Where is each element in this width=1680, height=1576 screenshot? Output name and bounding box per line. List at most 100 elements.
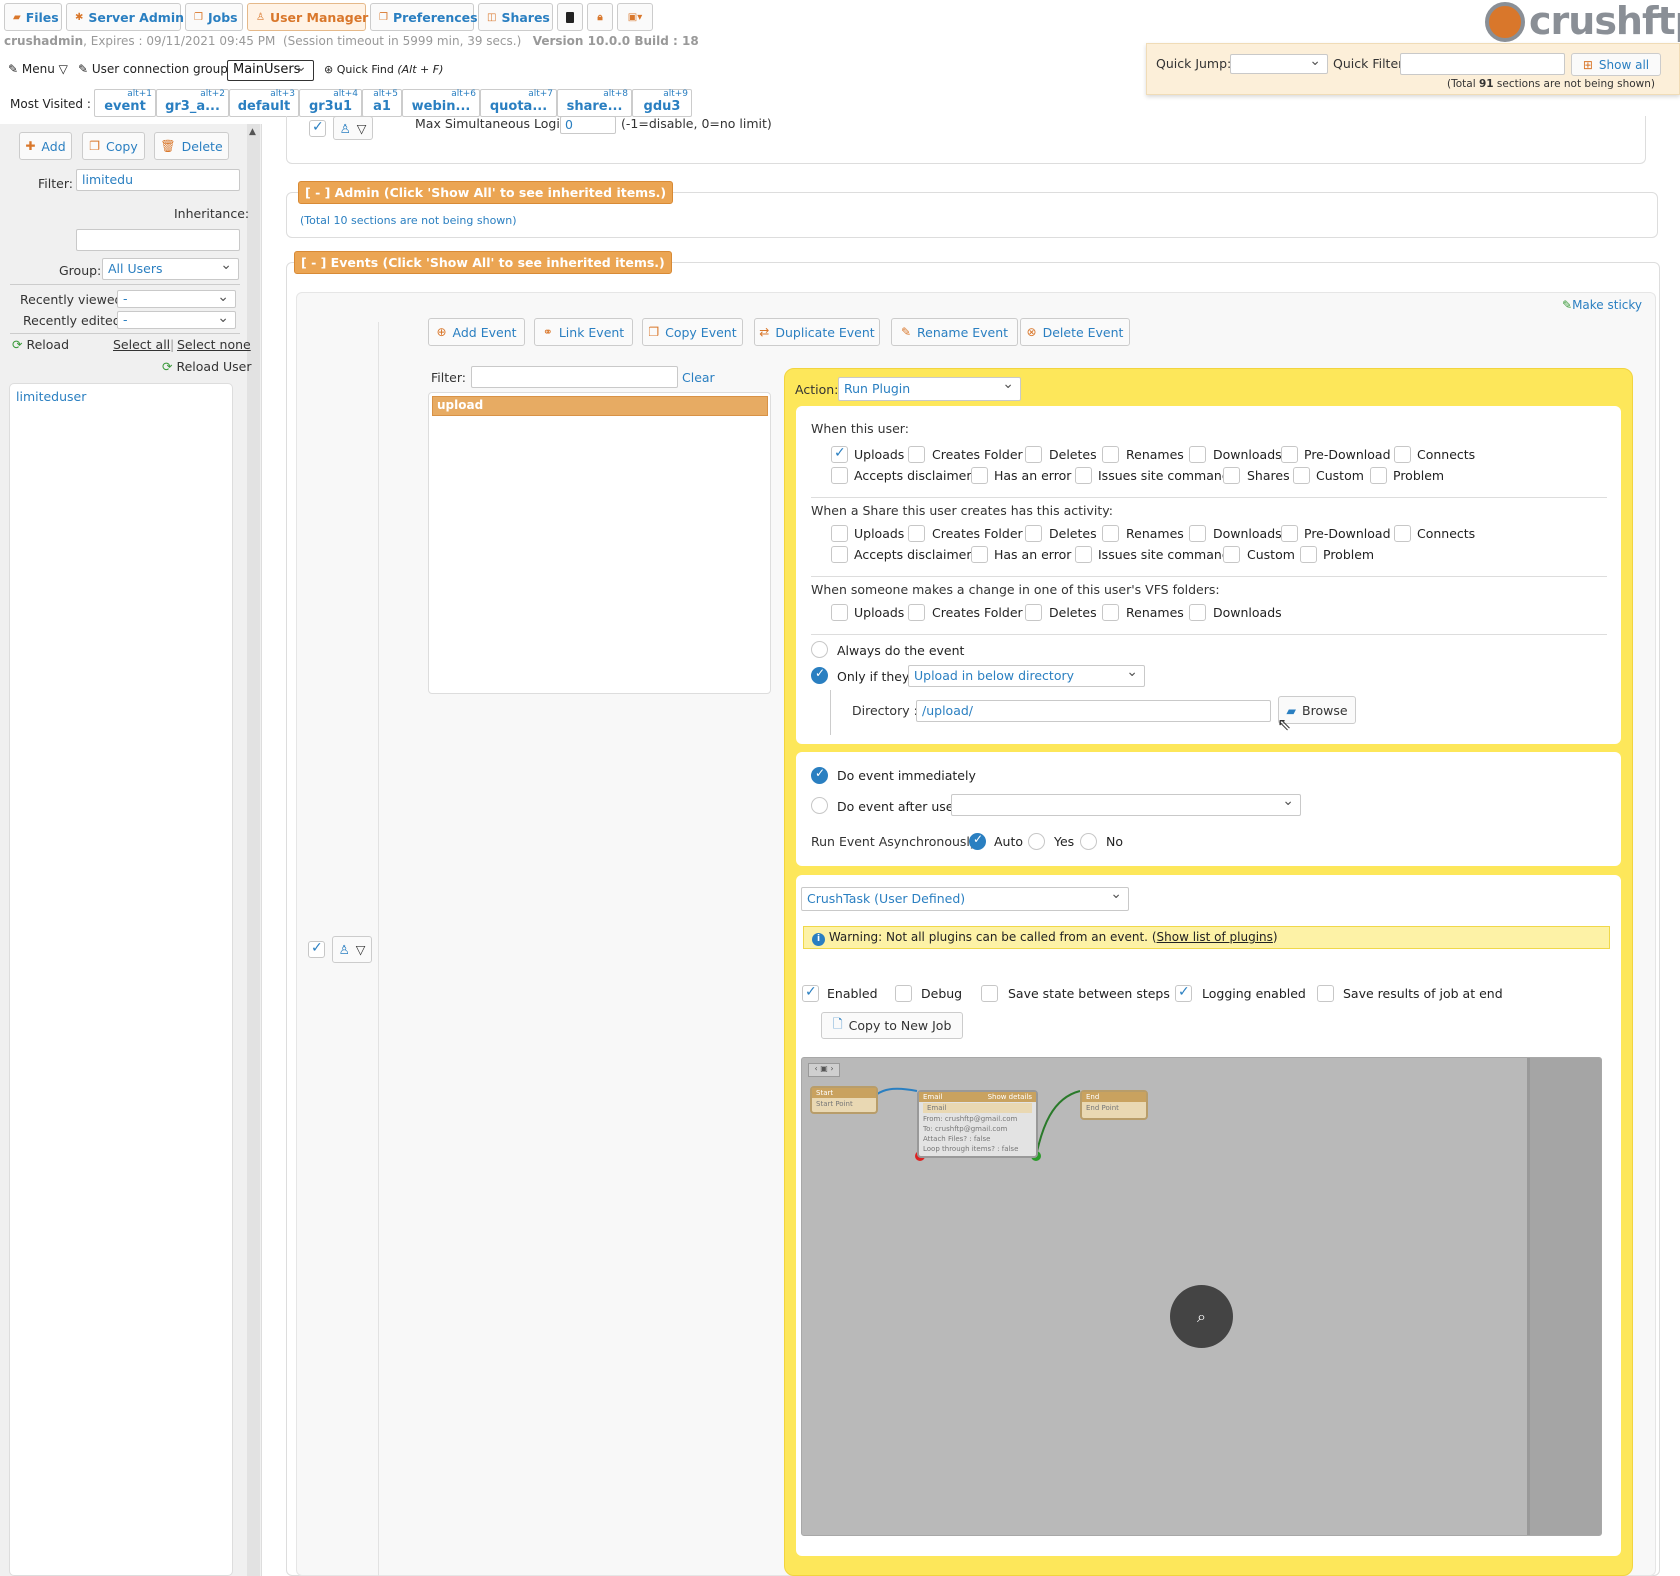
select-none-link[interactable]: Select none xyxy=(177,337,251,352)
duplicate-event-button[interactable]: ⇄ Duplicate Event xyxy=(754,318,880,346)
most-visited-item[interactable]: alt+4 gr3u1 xyxy=(299,89,362,117)
tab-user-manager[interactable]: ♙ User Manager xyxy=(247,3,368,31)
most-visited-item[interactable]: alt+6 webin... xyxy=(402,89,480,117)
admin-section-header[interactable]: [ - ] Admin (Click 'Show All' to see inh… xyxy=(298,181,674,204)
share-connects-checkbox[interactable] xyxy=(1394,525,1411,542)
tab-server-admin[interactable]: ✱ Server Admin xyxy=(66,3,184,31)
start-node[interactable]: Start Start Point xyxy=(810,1086,878,1114)
deletes-checkbox[interactable] xyxy=(1025,446,1042,463)
inherit-checkbox[interactable] xyxy=(308,940,325,958)
save-state-checkbox[interactable] xyxy=(981,985,998,1002)
list-item[interactable]: limiteduser xyxy=(16,389,86,404)
quick-filter-input[interactable] xyxy=(1400,53,1565,75)
copy-to-new-job-button[interactable]: 🗋︎ Copy to New Job xyxy=(821,1012,963,1039)
event-filter-input[interactable] xyxy=(471,366,678,388)
async-auto-radio[interactable] xyxy=(969,832,986,850)
most-visited-item[interactable]: alt+1 event xyxy=(94,89,156,117)
share-deletes-checkbox[interactable] xyxy=(1025,525,1042,542)
directory-input[interactable]: /upload/ xyxy=(916,700,1271,722)
most-visited-item[interactable]: alt+9 gdu3 xyxy=(632,89,692,117)
share-problem-checkbox[interactable] xyxy=(1300,546,1317,563)
end-node[interactable]: End End Point xyxy=(1080,1090,1148,1120)
lock-button[interactable]: 🔒︎ xyxy=(587,3,613,31)
email-node[interactable]: Email Show details Email From: crushftp@g… xyxy=(917,1090,1038,1158)
user-inherit-menu[interactable]: ♙ ▽ xyxy=(333,116,373,140)
share-has-error-checkbox[interactable] xyxy=(971,546,988,563)
share-custom-checkbox[interactable] xyxy=(1223,546,1240,563)
tab-shares[interactable]: ◫ Shares xyxy=(478,3,553,31)
most-visited-item[interactable]: alt+2 gr3_a... xyxy=(156,89,229,117)
inheritance-input[interactable] xyxy=(76,229,240,251)
enabled-checkbox[interactable] xyxy=(802,984,819,1002)
share-renames-checkbox[interactable] xyxy=(1102,525,1119,542)
action-select[interactable]: Run Plugin xyxy=(838,377,1021,401)
show-all-button[interactable]: ⊞ Show all xyxy=(1571,53,1661,76)
vfs-deletes-checkbox[interactable] xyxy=(1025,604,1042,621)
add-event-button[interactable]: ⊕ Add Event xyxy=(428,318,525,346)
share-creates-folder-checkbox[interactable] xyxy=(908,525,925,542)
delete-event-button[interactable]: ⊗ Delete Event xyxy=(1020,318,1130,346)
shares-checkbox[interactable] xyxy=(1223,467,1240,484)
tab-preferences[interactable]: ❐ Preferences xyxy=(370,3,478,31)
copy-user-button[interactable]: ❐ Copy xyxy=(82,132,145,160)
show-plugins-link[interactable]: Show list of plugins xyxy=(1157,930,1273,944)
only-if-radio[interactable] xyxy=(811,666,828,684)
vfs-renames-checkbox[interactable] xyxy=(1102,604,1119,621)
rename-event-button[interactable]: ✎ Rename Event xyxy=(891,318,1018,346)
inherit-checkbox[interactable] xyxy=(309,119,326,137)
tab-jobs[interactable]: ❐ Jobs xyxy=(185,3,243,31)
pre-download-checkbox[interactable] xyxy=(1281,446,1298,463)
zoom-button[interactable]: ⌕ xyxy=(1170,1285,1233,1348)
delete-user-button[interactable]: 🗑︎ Delete xyxy=(154,132,229,160)
do-after-select[interactable] xyxy=(951,794,1301,816)
event-list-item[interactable]: upload xyxy=(432,396,768,416)
connection-group-select[interactable]: MainUsers xyxy=(227,60,314,81)
share-pre-download-checkbox[interactable] xyxy=(1281,525,1298,542)
custom-checkbox[interactable] xyxy=(1293,467,1310,484)
recently-viewed-select[interactable]: - xyxy=(117,290,236,308)
downloads-checkbox[interactable] xyxy=(1189,446,1206,463)
max-login-input[interactable]: 0 xyxy=(560,116,616,134)
renames-checkbox[interactable] xyxy=(1102,446,1119,463)
image-menu-button[interactable]: ▣▾ xyxy=(617,3,653,31)
menu-button[interactable]: ✎ Menu ▽ xyxy=(8,62,68,76)
quick-find-link[interactable]: ⊛ Quick Find (Alt + F) xyxy=(324,63,443,76)
group-select[interactable]: All Users xyxy=(102,258,239,280)
copy-event-button[interactable]: ❐ Copy Event xyxy=(642,318,743,346)
events-section-header[interactable]: [ - ] Events (Click 'Show All' to see in… xyxy=(294,251,672,274)
most-visited-item[interactable]: alt+8 share... xyxy=(557,89,632,117)
share-downloads-checkbox[interactable] xyxy=(1189,525,1206,542)
async-yes-radio[interactable] xyxy=(1028,833,1045,850)
link-event-button[interactable]: ⚭ Link Event xyxy=(534,318,633,346)
save-results-checkbox[interactable] xyxy=(1317,985,1334,1002)
user-filter-input[interactable]: limitedu xyxy=(76,169,240,191)
debug-checkbox[interactable] xyxy=(895,985,912,1002)
connects-checkbox[interactable] xyxy=(1394,446,1411,463)
logging-enabled-checkbox[interactable] xyxy=(1175,984,1192,1002)
vfs-creates-folder-checkbox[interactable] xyxy=(908,604,925,621)
share-issues-site-command-checkbox[interactable] xyxy=(1075,546,1092,563)
most-visited-item[interactable]: alt+7 quota... xyxy=(480,89,557,117)
do-immediately-radio[interactable] xyxy=(811,766,828,784)
problem-checkbox[interactable] xyxy=(1370,467,1387,484)
share-accepts-disclaimer-checkbox[interactable] xyxy=(831,546,848,563)
issues-site-command-checkbox[interactable] xyxy=(1075,467,1092,484)
make-sticky-link[interactable]: ✎Make sticky xyxy=(1562,298,1642,312)
quick-jump-select[interactable] xyxy=(1230,54,1328,74)
vfs-downloads-checkbox[interactable] xyxy=(1189,604,1206,621)
clear-filter-link[interactable]: Clear xyxy=(682,370,715,385)
do-after-radio[interactable] xyxy=(811,797,828,814)
add-user-button[interactable]: ✚ Add xyxy=(19,132,72,160)
most-visited-item[interactable]: alt+3 default xyxy=(229,89,299,117)
uploads-checkbox[interactable] xyxy=(831,445,848,463)
accepts-disclaimer-checkbox[interactable] xyxy=(831,467,848,484)
async-no-radio[interactable] xyxy=(1080,833,1097,850)
most-visited-item[interactable]: alt+5 a1 xyxy=(362,89,402,117)
terminal-button[interactable] xyxy=(557,3,583,31)
select-all-link[interactable]: Select all xyxy=(113,337,170,352)
recently-edited-select[interactable]: - xyxy=(117,311,236,329)
plugin-select[interactable]: CrushTask (User Defined) xyxy=(801,887,1129,911)
only-if-select[interactable]: Upload in below directory xyxy=(908,665,1145,687)
always-do-event-radio[interactable] xyxy=(811,641,828,658)
reload-user-link[interactable]: ⟳ Reload User xyxy=(162,359,251,374)
